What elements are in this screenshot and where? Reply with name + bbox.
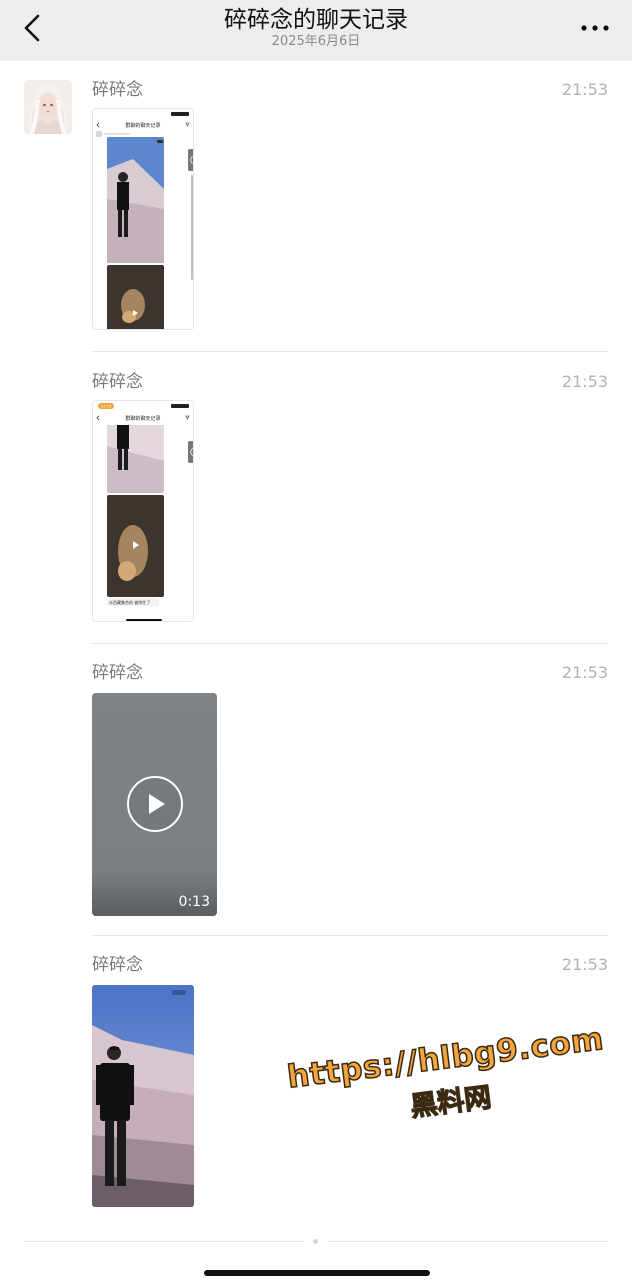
inner-title: 群聊的聊天记录 — [125, 415, 160, 422]
footer-divider — [328, 1241, 608, 1242]
screenshot-thumbnail[interactable]: 21:53 群聊的聊天记录 水西藏集合的 被附住了 — [92, 400, 194, 622]
more-dots-icon — [581, 25, 609, 31]
inner-time-badge: 21:53 — [101, 405, 111, 409]
chat-message: 碎碎念 21:53 0:13 — [92, 663, 608, 916]
sender-name: 碎碎念 — [92, 372, 143, 392]
video-duration: 0:13 — [178, 894, 210, 910]
chat-message: 碎碎念 21:53 群聊的聊天记录 — [92, 80, 608, 330]
divider — [92, 643, 608, 644]
screenshot-thumbnail[interactable]: 群聊的聊天记录 — [92, 108, 194, 330]
navigation-bar: 碎碎念的聊天记录 2025年6月6日 — [0, 0, 632, 61]
divider — [92, 351, 608, 352]
message-time: 21:53 — [561, 955, 608, 974]
message-time: 21:53 — [561, 663, 608, 682]
inner-caption: 水西藏集合的 被附住了 — [109, 599, 150, 605]
page-title: 碎碎念的聊天记录 — [224, 7, 408, 33]
home-indicator[interactable] — [204, 1270, 430, 1276]
message-time: 21:53 — [561, 80, 608, 99]
photo-message[interactable] — [92, 985, 194, 1207]
play-icon[interactable] — [125, 774, 185, 834]
video-message[interactable]: 0:13 — [92, 693, 217, 916]
sender-name: 碎碎念 — [92, 955, 143, 975]
chat-message: 碎碎念 21:53 21:53 群聊的聊天记录 水西藏集合的 被附住了 — [92, 372, 608, 622]
page-subtitle-date: 2025年6月6日 — [271, 34, 361, 49]
footer-dot — [313, 1239, 318, 1244]
message-time: 21:53 — [561, 372, 608, 391]
more-button[interactable] — [578, 18, 612, 38]
inner-title: 群聊的聊天记录 — [125, 122, 160, 129]
footer-divider — [24, 1241, 304, 1242]
avatar[interactable] — [24, 80, 72, 134]
sender-name: 碎碎念 — [92, 80, 143, 100]
sender-name: 碎碎念 — [92, 663, 143, 683]
divider — [92, 935, 608, 936]
